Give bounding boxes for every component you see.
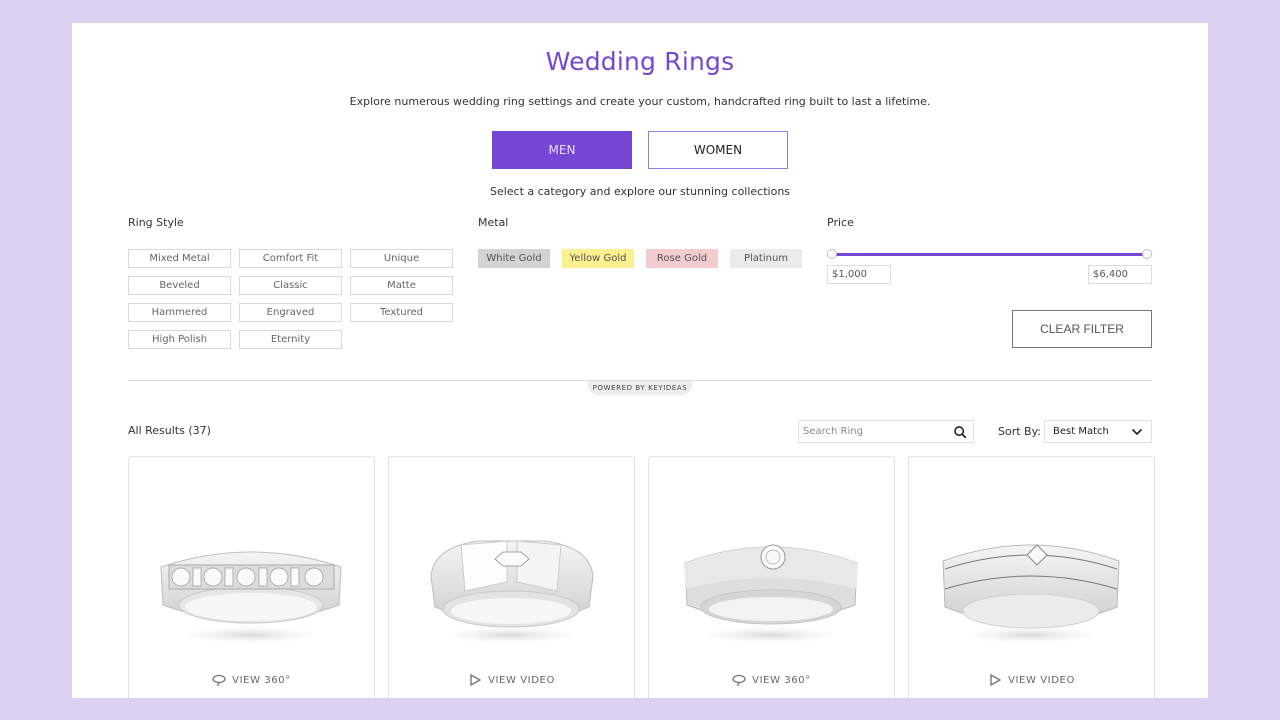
powered-by-badge: POWERED BY KEYIDEAS xyxy=(588,381,692,395)
price-slider-min-handle[interactable] xyxy=(827,249,837,259)
ring-style-options: Mixed Metal Comfort Fit Unique Beveled C… xyxy=(128,249,453,349)
style-chip-comfort-fit[interactable]: Comfort Fit xyxy=(239,249,342,268)
results-count: All Results (37) xyxy=(128,424,211,437)
sort-by-value: Best Match xyxy=(1053,426,1109,437)
chevron-down-icon xyxy=(1131,428,1143,436)
play-icon xyxy=(990,674,1002,686)
view-link-label: VIEW 360° xyxy=(232,674,291,686)
product-card[interactable]: VIEW VIDEO xyxy=(388,456,635,698)
metal-chip-white-gold[interactable]: White Gold xyxy=(478,249,550,268)
price-min-input[interactable]: $1,000 xyxy=(827,265,891,284)
clear-filter-button[interactable]: CLEAR FILTER xyxy=(1012,310,1152,348)
page-subtitle: Explore numerous wedding ring settings a… xyxy=(349,95,931,108)
style-chip-mixed-metal[interactable]: Mixed Metal xyxy=(128,249,231,268)
metal-chip-yellow-gold[interactable]: Yellow Gold xyxy=(562,249,634,268)
price-slider-track xyxy=(832,253,1147,256)
metal-options: White Gold Yellow Gold Rose Gold Platinu… xyxy=(478,249,802,268)
price-slider-max-handle[interactable] xyxy=(1142,249,1152,259)
ring-style-label: Ring Style xyxy=(128,216,184,229)
tab-women[interactable]: WOMEN xyxy=(648,131,788,169)
view-link-label: VIEW 360° xyxy=(752,674,811,686)
price-max-input[interactable]: $6,400 xyxy=(1088,265,1152,284)
sort-by-label: Sort By: xyxy=(998,425,1042,438)
metal-chip-rose-gold[interactable]: Rose Gold xyxy=(646,249,718,268)
style-chip-matte[interactable]: Matte xyxy=(350,276,453,295)
ring-image-channel-set[interactable] xyxy=(149,507,354,652)
product-card[interactable]: VIEW 360° xyxy=(128,456,375,698)
view-video-link[interactable]: VIEW VIDEO xyxy=(389,674,634,686)
view-360-link[interactable]: VIEW 360° xyxy=(649,674,894,686)
view-video-link[interactable]: VIEW VIDEO xyxy=(909,674,1154,686)
style-chip-textured[interactable]: Textured xyxy=(350,303,453,322)
price-label: Price xyxy=(827,216,854,229)
rotate-360-icon xyxy=(212,674,226,686)
view-link-label: VIEW VIDEO xyxy=(1008,674,1075,686)
product-grid: VIEW 360° VIEW VIDEO VIEW 360° VIEW VIDE… xyxy=(128,456,1155,698)
price-range-slider[interactable] xyxy=(827,249,1152,259)
page-title: Wedding Rings xyxy=(545,47,735,76)
style-chip-beveled[interactable]: Beveled xyxy=(128,276,231,295)
ring-image-tension-set[interactable] xyxy=(409,507,614,652)
metal-chip-platinum[interactable]: Platinum xyxy=(730,249,802,268)
view-360-link[interactable]: VIEW 360° xyxy=(129,674,374,686)
sort-by-dropdown[interactable]: Best Match xyxy=(1044,420,1152,443)
product-card[interactable]: VIEW VIDEO xyxy=(908,456,1155,698)
page-panel: Wedding Rings Explore numerous wedding r… xyxy=(72,23,1208,698)
style-chip-eternity[interactable]: Eternity xyxy=(239,330,342,349)
play-icon xyxy=(470,674,482,686)
style-chip-unique[interactable]: Unique xyxy=(350,249,453,268)
style-chip-hammered[interactable]: Hammered xyxy=(128,303,231,322)
product-card[interactable]: VIEW 360° xyxy=(648,456,895,698)
view-link-label: VIEW VIDEO xyxy=(488,674,555,686)
category-note: Select a category and explore our stunni… xyxy=(489,185,791,198)
style-chip-high-polish[interactable]: High Polish xyxy=(128,330,231,349)
rotate-360-icon xyxy=(732,674,746,686)
ring-image-princess-grooved[interactable] xyxy=(929,507,1134,652)
ring-image-brushed-solitaire[interactable] xyxy=(669,507,874,652)
style-chip-classic[interactable]: Classic xyxy=(239,276,342,295)
search-ring-field xyxy=(798,420,974,443)
tab-men[interactable]: MEN xyxy=(492,131,632,169)
search-ring-input[interactable] xyxy=(803,426,948,437)
style-chip-engraved[interactable]: Engraved xyxy=(239,303,342,322)
metal-label: Metal xyxy=(478,216,509,229)
search-icon[interactable] xyxy=(953,425,967,439)
